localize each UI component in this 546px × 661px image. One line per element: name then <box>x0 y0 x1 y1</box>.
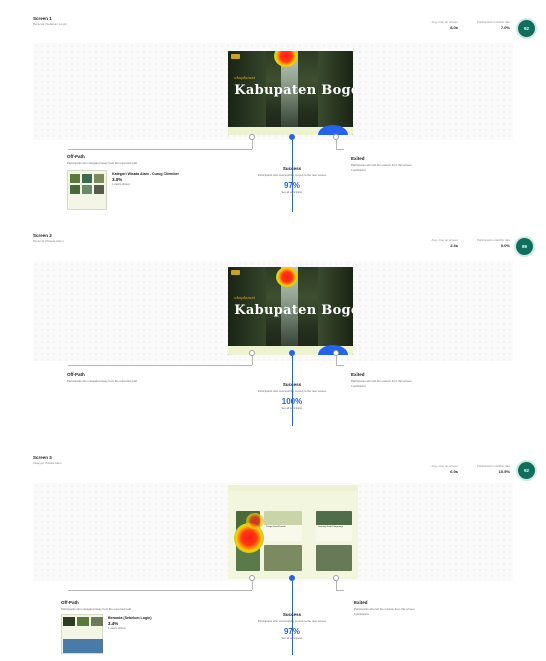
screen-canvas: eksplorasi Kabupaten Bogor <box>33 261 513 361</box>
misclick-stat: Participants misclick rate 7.0% <box>477 20 510 30</box>
stat-value: 6.9s <box>450 469 458 474</box>
stat-value: 8.0s <box>450 25 458 30</box>
offpath-title: Off-Path <box>67 372 85 377</box>
stat-label: Participants misclick rate <box>476 238 510 242</box>
success-link[interactable]: See all participants <box>262 191 322 194</box>
hero-small-text: eksplorasi <box>234 75 255 80</box>
exited-link[interactable]: 0 participants <box>351 169 366 172</box>
exited-desc: Participants who left the mission from t… <box>354 607 415 611</box>
avg-time-stat: Avg. time on screen 2.4s <box>432 238 458 248</box>
screen-thumbnail-heatmap[interactable]: eksplorasi Kabupaten Bogor <box>228 51 353 135</box>
exited-link[interactable]: 0 participants <box>351 385 366 388</box>
hero-title: Kabupaten Bogor <box>234 83 353 98</box>
stat-value: 10.5% <box>498 469 510 474</box>
screen-subtitle: Kategori Wisata Alam <box>33 461 62 465</box>
click-heatmap-spot <box>246 513 264 529</box>
exited-desc: Participants who left the mission from t… <box>351 163 412 167</box>
stat-value: 0.0% <box>500 243 510 248</box>
offpath-desc: Participants who navigated away from the… <box>61 607 132 611</box>
exited-title: Exited <box>351 156 365 161</box>
usability-score-badge: 89 <box>516 238 533 255</box>
card-title: Telaga Saat Puncak <box>266 526 286 528</box>
card-title: Gunung Gede Pangrango <box>318 526 344 528</box>
success-node[interactable] <box>289 575 295 581</box>
site-logo-icon <box>231 270 240 275</box>
offpath-title: Off-Path <box>67 154 85 159</box>
screen-thumbnail-heatmap[interactable]: Telaga Saat Puncak Gunung Gede Pangrango <box>228 485 358 579</box>
offpath-item-pct: 3.0% <box>112 177 123 182</box>
offpath-desc: Participants who navigated away from the… <box>67 161 138 165</box>
success-percent: 100% <box>281 397 303 406</box>
misclick-stat: Participants misclick rate 0.0% <box>477 238 510 248</box>
screen-canvas: eksplorasi Kabupaten Bogor <box>33 43 513 140</box>
offpath-node[interactable] <box>249 350 255 356</box>
screen-3-section: Screen 3 Kategori Wisata Alam Avg. time … <box>0 450 546 661</box>
exited-title: Exited <box>351 372 365 377</box>
stat-label: Participants misclick rate <box>476 464 510 468</box>
click-heatmap-spot <box>276 267 298 287</box>
exited-desc: Participants who left the mission from t… <box>351 379 412 383</box>
exited-node[interactable] <box>333 134 339 140</box>
success-desc: Participants who successfully moved to t… <box>257 389 327 393</box>
usability-score-badge: 92 <box>518 20 535 37</box>
site-logo-icon <box>231 54 240 59</box>
misclick-stat: Participants misclick rate 10.5% <box>477 464 510 474</box>
success-desc: Participants who successfully moved to t… <box>257 619 327 623</box>
exited-node[interactable] <box>333 350 339 356</box>
screen-thumbnail-heatmap[interactable]: eksplorasi Kabupaten Bogor <box>228 267 353 355</box>
success-percent: 97% <box>283 627 300 636</box>
screen-title: Screen 2 <box>33 233 52 238</box>
exited-title: Exited <box>354 600 368 605</box>
stat-value: 2.4s <box>450 243 458 248</box>
stat-value: 7.0% <box>500 25 510 30</box>
offpath-thumbnail[interactable] <box>61 614 103 654</box>
screen-subtitle: Beranda (Sebelum Login) <box>33 22 68 26</box>
stat-label: Participants misclick rate <box>476 20 510 24</box>
usability-score-badge: 92 <box>518 462 535 479</box>
offpath-title: Off-Path <box>61 600 79 605</box>
exited-node[interactable] <box>333 575 339 581</box>
exited-link[interactable]: 0 participants <box>354 613 369 616</box>
screen-title: Screen 3 <box>33 455 52 460</box>
success-node[interactable] <box>289 350 295 356</box>
success-link[interactable]: See all participants <box>262 637 322 640</box>
stat-label: Avg. time on screen <box>431 20 458 24</box>
success-node[interactable] <box>289 134 295 140</box>
success-link[interactable]: See all participants <box>262 407 322 410</box>
offpath-item-pct: 3.4% <box>108 621 119 626</box>
screen-2-section: Screen 2 Beranda (Wisata Alam) Avg. time… <box>0 228 546 450</box>
screen-title: Screen 1 <box>33 16 52 21</box>
hero-small-text: eksplorasi <box>234 295 255 300</box>
avg-time-stat: Avg. time on screen 8.0s <box>432 20 458 30</box>
stat-label: Avg. time on screen <box>431 464 458 468</box>
success-percent: 97% <box>283 181 300 190</box>
stat-label: Avg. time on screen <box>431 238 458 242</box>
offpath-item-link[interactable]: 1 view/s clicked <box>112 183 129 186</box>
success-title: Success <box>282 166 302 171</box>
offpath-item-name: Kategori Wisata Alam - Curug Cilember <box>112 172 179 176</box>
offpath-desc: Participants who navigated away from the… <box>67 379 138 383</box>
success-title: Success <box>282 382 302 387</box>
hero-title: Kabupaten Bogor <box>234 303 353 318</box>
offpath-node[interactable] <box>249 575 255 581</box>
offpath-thumbnail[interactable] <box>67 170 107 210</box>
screen-1-section: Screen 1 Beranda (Sebelum Login) Avg. ti… <box>0 0 546 228</box>
offpath-node[interactable] <box>249 134 255 140</box>
success-title: Success <box>282 612 302 617</box>
avg-time-stat: Avg. time on screen 6.9s <box>432 464 458 474</box>
screen-subtitle: Beranda (Wisata Alam) <box>33 239 64 243</box>
offpath-item-name: Beranda (Sebelum Login) <box>108 616 152 620</box>
offpath-item-link[interactable]: 1 view/s clicked <box>108 627 125 630</box>
screen-canvas: Telaga Saat Puncak Gunung Gede Pangrango <box>33 483 513 581</box>
success-desc: Participants who successfully moved to t… <box>257 173 327 177</box>
